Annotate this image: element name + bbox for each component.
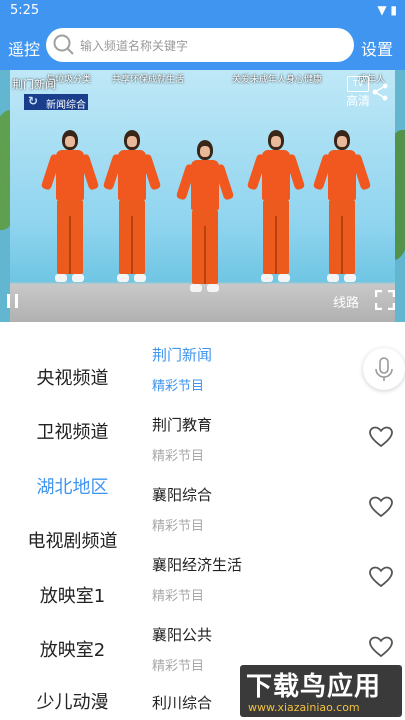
route-button[interactable]: 线路	[333, 292, 359, 311]
category-item[interactable]: 电视剧频道	[0, 527, 145, 553]
logo-text: 新闻综合	[46, 100, 86, 111]
search-bar[interactable]: 输入频道名称关键字	[46, 28, 354, 62]
microphone-icon	[375, 357, 393, 381]
logo-mark: ↻	[28, 94, 39, 108]
channel-item[interactable]: 襄阳综合 精彩节目	[152, 484, 352, 534]
category-item[interactable]: 卫视频道	[0, 418, 145, 444]
heart-icon[interactable]	[368, 425, 394, 449]
fullscreen-icon[interactable]	[375, 290, 395, 310]
voice-search-button[interactable]	[363, 348, 405, 390]
watermark-url: www.xiazainiao.com	[248, 701, 360, 714]
channel-name: 荆门新闻	[152, 346, 213, 364]
status-time: 5:25	[10, 3, 40, 18]
watermark: 下载鸟应用 www.xiazainiao.com	[240, 665, 402, 717]
channel-logo: ↻ 新闻综合	[24, 94, 88, 111]
top-bar: 遥控 输入频道名称关键字 设置	[0, 22, 405, 70]
channel-name: 荆门教育	[152, 416, 213, 434]
channel-name: 襄阳综合	[152, 486, 213, 504]
tv-icon: TV	[347, 76, 369, 92]
channel-name: 襄阳公共	[152, 626, 213, 644]
dancer-figure	[40, 130, 100, 290]
category-item[interactable]: 放映室2	[0, 636, 145, 662]
channel-subtitle: 精彩节目	[152, 449, 205, 464]
category-item[interactable]: 少儿动漫	[0, 688, 145, 714]
channel-item[interactable]: 荆门教育 精彩节目	[152, 414, 352, 464]
watermark-title: 下载鸟应用	[246, 672, 382, 702]
status-icons: ▼ ▮	[377, 3, 397, 17]
settings-button[interactable]: 设置	[361, 36, 393, 60]
pause-icon[interactable]	[6, 294, 20, 308]
search-input[interactable]: 输入频道名称关键字	[80, 37, 188, 54]
video-player[interactable]: 与垃圾分类 共享环保成就生活 关爱未成年人身心健康 成年人 荆门新闻 ↻ 新闻综…	[0, 70, 405, 322]
status-bar: 5:25 ▼ ▮	[0, 0, 405, 22]
heart-icon[interactable]	[368, 565, 394, 589]
channel-name: 襄阳经济生活	[152, 556, 243, 574]
ticker-text: 关爱未成年人身心健康	[232, 75, 323, 85]
heart-icon[interactable]	[368, 635, 394, 659]
channel-item[interactable]: 襄阳经济生活 精彩节目	[152, 554, 352, 604]
dancer-figure	[175, 140, 235, 300]
channel-subtitle: 精彩节目	[152, 519, 205, 534]
quality-label: 高清	[345, 94, 370, 108]
category-list: 央视频道 卫视频道 湖北地区 电视剧频道 放映室1 放映室2 少儿动漫	[0, 322, 145, 720]
dancer-figure	[312, 130, 372, 290]
dancer-figure	[246, 130, 306, 290]
channel-subtitle: 精彩节目	[152, 589, 205, 604]
category-item[interactable]: 放映室1	[0, 582, 145, 608]
channel-subtitle: 精彩节目	[152, 379, 205, 394]
search-icon	[53, 34, 74, 55]
share-icon[interactable]	[370, 82, 390, 102]
dancer-figure	[102, 130, 162, 290]
channel-item[interactable]: 荆门新闻 精彩节目	[152, 344, 352, 394]
category-item-active[interactable]: 湖北地区	[0, 473, 145, 499]
channel-name-overlay: 荆门新闻	[12, 78, 56, 91]
category-item[interactable]: 央视频道	[0, 364, 145, 390]
ticker-text: 共享环保成就生活	[112, 75, 185, 85]
remote-button[interactable]: 遥控	[8, 36, 40, 60]
heart-icon[interactable]	[368, 495, 394, 519]
